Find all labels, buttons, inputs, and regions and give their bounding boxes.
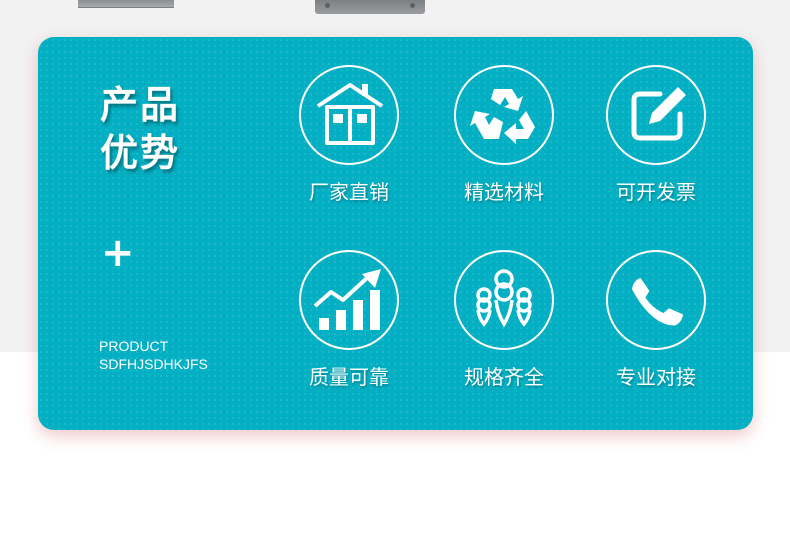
- feature-label: 精选材料: [464, 180, 544, 204]
- feature-icon-circle: [454, 250, 554, 350]
- section-subtitle-line2: SDFHJSDHKJFS: [99, 356, 208, 372]
- section-subtitle: PRODUCT SDFHJSDHKJFS: [99, 337, 208, 373]
- feature-reliable-quality: 质量可靠: [274, 250, 424, 390]
- section-subtitle-line1: PRODUCT: [99, 338, 169, 354]
- product-image-bottom-left: [78, 0, 174, 8]
- feature-icon-circle: [606, 250, 706, 350]
- section-title-line2: 优势: [100, 131, 181, 175]
- section-title: 产品 优势: [100, 81, 180, 177]
- feature-icon-circle: [299, 65, 399, 165]
- feature-label: 质量可靠: [309, 365, 389, 389]
- edit-note-icon: [631, 87, 686, 141]
- feature-professional-support: 专业对接: [581, 250, 731, 390]
- feature-icon-circle: [299, 250, 399, 350]
- growth-chart-icon: [313, 269, 381, 330]
- feature-icon-circle: [606, 65, 706, 165]
- feature-factory-direct: 厂家直销: [274, 65, 424, 205]
- feature-label: 厂家直销: [309, 180, 389, 204]
- product-image-bottom-right: [315, 0, 425, 14]
- plus-symbol: +: [101, 230, 135, 276]
- house-icon: [316, 83, 384, 145]
- phone-icon: [631, 277, 683, 326]
- section-title-line1: 产品: [100, 83, 181, 127]
- location-pins-icon: [476, 269, 532, 328]
- feature-selected-materials: 精选材料: [429, 65, 579, 205]
- feature-icon-circle: [454, 65, 554, 165]
- recycle-icon: [470, 89, 535, 144]
- feature-label: 可开发票: [616, 180, 696, 204]
- feature-invoice-available: 可开发票: [581, 65, 731, 205]
- feature-complete-specs: 规格齐全: [429, 250, 579, 390]
- feature-label: 规格齐全: [464, 365, 544, 389]
- product-advantages-card: 产品 优势 + PRODUCT SDFHJSDHKJFS 厂家直销 精选材料 可…: [38, 37, 753, 430]
- feature-label: 专业对接: [616, 365, 696, 389]
